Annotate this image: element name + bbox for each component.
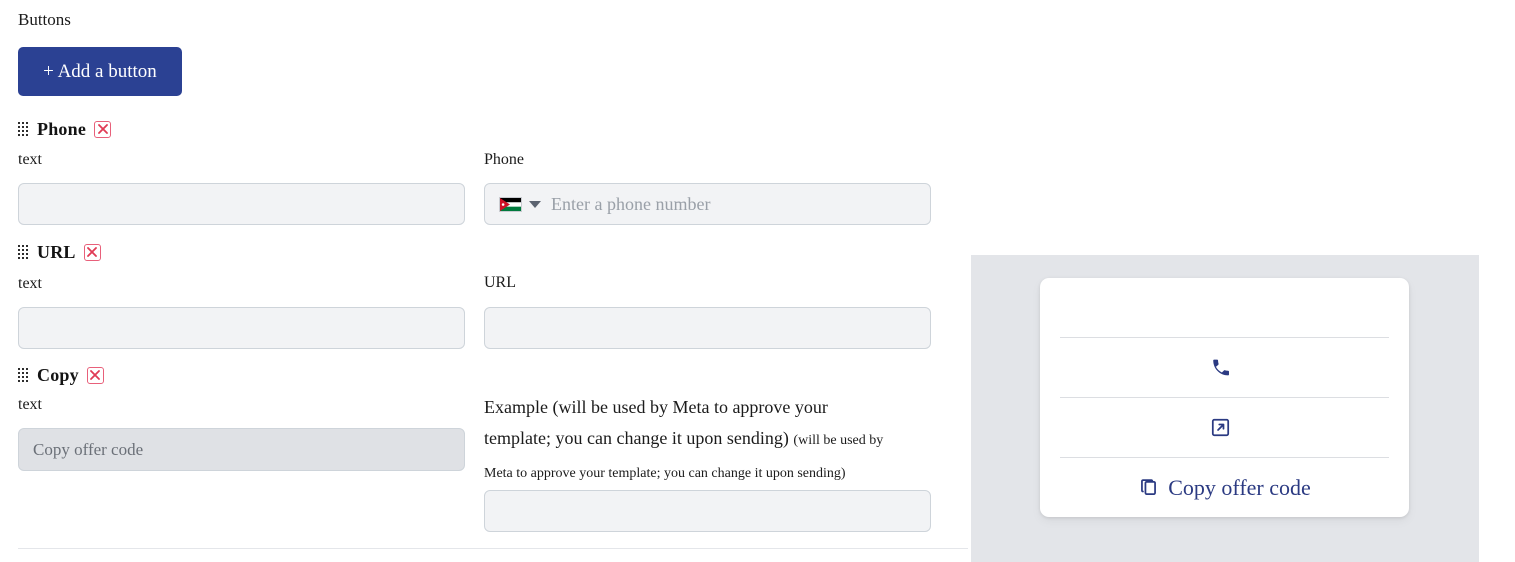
- close-x-icon: [97, 124, 108, 134]
- phone-text-label: text: [18, 151, 42, 168]
- close-x-icon: [90, 370, 101, 380]
- copy-text-label: text: [18, 396, 42, 413]
- button-row-name: URL: [37, 242, 76, 262]
- preview-cta-phone[interactable]: [1060, 337, 1389, 397]
- button-row-name: Phone: [37, 119, 87, 139]
- chevron-down-icon: [529, 200, 541, 208]
- preview-cta-copy[interactable]: Copy offer code: [1060, 457, 1389, 517]
- phone-icon: [1210, 357, 1231, 378]
- phone-value-label: Phone: [484, 151, 524, 168]
- url-text-label: text: [18, 275, 42, 292]
- jordan-flag-icon: [499, 196, 522, 212]
- url-value-label: URL: [484, 274, 516, 291]
- copy-example-label-main: Example (will be used by Meta to approve…: [484, 397, 828, 448]
- phone-input-group[interactable]: [484, 183, 931, 225]
- delete-button-row-url[interactable]: [83, 243, 101, 261]
- delete-button-row-phone[interactable]: [94, 120, 112, 138]
- page-title: Buttons: [18, 10, 71, 29]
- button-row-name: Copy: [37, 365, 79, 385]
- message-preview-card: Copy offer code: [1040, 278, 1409, 517]
- country-selector[interactable]: [485, 184, 551, 224]
- button-row-header-copy: Copy: [18, 364, 104, 386]
- button-row-header-url: URL: [18, 241, 101, 263]
- copy-icon: [1138, 477, 1159, 498]
- preview-cta-label: Copy offer code: [1168, 474, 1311, 500]
- drag-dots-icon[interactable]: [18, 368, 29, 382]
- phone-number-input[interactable]: [551, 184, 930, 224]
- phone-text-input[interactable]: [18, 183, 465, 225]
- drag-dots-icon[interactable]: [18, 122, 29, 136]
- copy-example-input[interactable]: [484, 490, 931, 532]
- copy-text-input[interactable]: [18, 428, 465, 471]
- section-divider: [18, 548, 968, 549]
- close-x-icon: [87, 247, 98, 257]
- drag-dots-icon[interactable]: [18, 245, 29, 259]
- delete-button-row-copy[interactable]: [86, 366, 104, 384]
- url-value-input[interactable]: [484, 307, 931, 349]
- add-a-button-button[interactable]: + Add a button: [18, 47, 182, 96]
- button-row-header-phone: Phone: [18, 118, 112, 140]
- copy-example-label: Example (will be used by Meta to approve…: [484, 392, 889, 489]
- external-link-icon: [1210, 417, 1231, 438]
- preview-cta-url[interactable]: [1060, 397, 1389, 457]
- url-text-input[interactable]: [18, 307, 465, 349]
